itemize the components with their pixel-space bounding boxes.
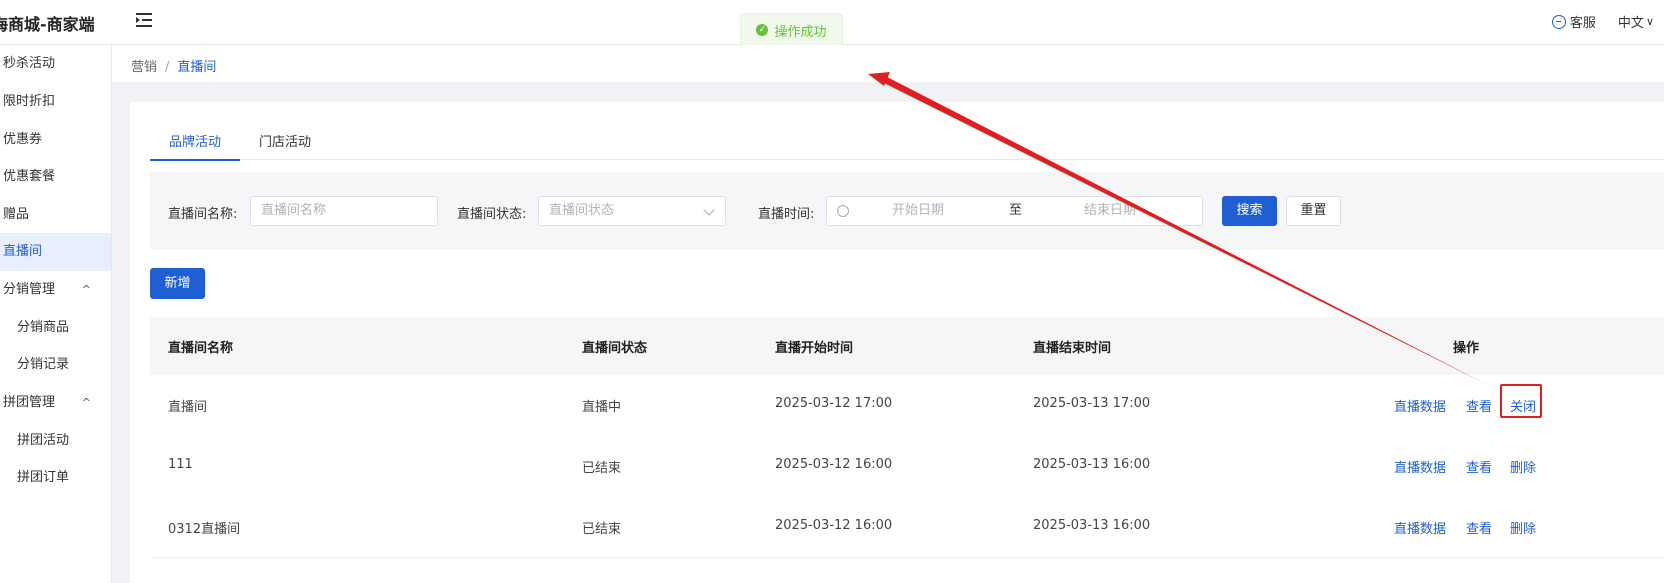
view-link[interactable]: 查看 (1466, 518, 1492, 537)
live-time-label: 直播时间: (758, 207, 815, 222)
cell-start-time: 2025-03-12 16:00 (775, 457, 893, 472)
sidebar: 秒杀活动 限时折扣 优惠券 优惠套餐 赠品 直播间 分销管理 ^ 分销商品 分销… (0, 45, 112, 583)
app-title: 海商城-商家端 (0, 15, 95, 34)
sidebar-item-group-activity[interactable]: 拼团活动 (0, 422, 111, 460)
column-header-end-time: 直播结束时间 (1033, 341, 1112, 356)
live-date-range-picker[interactable]: 开始日期 至 结束日期 (826, 196, 1203, 226)
menu-collapse-icon[interactable] (136, 12, 154, 28)
chat-icon (1551, 14, 1566, 29)
breadcrumb-current: 直播间 (177, 60, 217, 75)
column-header-start-time: 直播开始时间 (775, 341, 854, 356)
live-data-link[interactable]: 直播数据 (1394, 457, 1446, 476)
sidebar-group-label: 分销管理 (3, 282, 56, 297)
column-header-actions: 操作 (1453, 341, 1480, 356)
view-link[interactable]: 查看 (1466, 457, 1492, 476)
table-row: 111 已结束 2025-03-12 16:00 2025-03-13 16:0… (150, 435, 1664, 497)
sidebar-item-limited-discount[interactable]: 限时折扣 (0, 83, 111, 121)
column-header-name: 直播间名称 (168, 341, 234, 356)
sidebar-item-seckill[interactable]: 秒杀活动 (0, 45, 111, 83)
table-row: 0312直播间 已结束 2025-03-12 16:00 2025-03-13 … (150, 496, 1664, 558)
breadcrumb-parent[interactable]: 营销 (131, 60, 157, 75)
delete-link[interactable]: 删除 (1510, 518, 1536, 537)
chevron-up-icon: ^ (81, 396, 91, 409)
sidebar-item-gift[interactable]: 赠品 (0, 196, 111, 234)
cell-start-time: 2025-03-12 17:00 (775, 396, 893, 411)
search-button[interactable]: 搜索 (1222, 196, 1277, 226)
cell-status: 已结束 (582, 461, 622, 476)
cell-name: 111 (168, 457, 193, 472)
clock-icon (837, 205, 849, 217)
tab-brand-activity[interactable]: 品牌活动 (150, 131, 241, 161)
annotation-highlight-box (1500, 384, 1542, 418)
reset-button[interactable]: 重置 (1286, 196, 1341, 226)
tab-bar: 品牌活动 门店活动 (150, 125, 1664, 161)
view-link[interactable]: 查看 (1466, 396, 1492, 415)
live-status-label: 直播间状态: (457, 207, 527, 222)
live-data-link[interactable]: 直播数据 (1394, 396, 1446, 415)
sidebar-item-live-room[interactable]: 直播间 (0, 233, 111, 271)
table-header: 直播间名称 直播间状态 直播开始时间 直播结束时间 操作 (150, 317, 1664, 374)
start-date-placeholder: 开始日期 (892, 203, 945, 218)
chevron-down-icon (703, 204, 715, 216)
breadcrumb: 营销 / 直播间 (131, 56, 216, 75)
cell-name: 0312直播间 (168, 522, 241, 537)
end-date-placeholder: 结束日期 (1084, 203, 1137, 218)
live-name-label: 直播间名称: (168, 207, 238, 222)
chevron-up-icon: ^ (81, 283, 91, 296)
success-toast: ✓ 操作成功 (740, 13, 843, 47)
sidebar-item-bundle[interactable]: 优惠套餐 (0, 158, 111, 196)
customer-service-button[interactable]: 客服 (1551, 12, 1596, 31)
cell-end-time: 2025-03-13 16:00 (1033, 518, 1151, 533)
chevron-down-icon: ∨ (1645, 15, 1654, 28)
check-circle-icon: ✓ (756, 24, 769, 36)
range-separator: 至 (1009, 203, 1023, 218)
sidebar-item-distribution-records[interactable]: 分销记录 (0, 346, 111, 384)
breadcrumb-separator: / (165, 60, 170, 75)
delete-link[interactable]: 删除 (1510, 457, 1536, 476)
live-data-link[interactable]: 直播数据 (1394, 518, 1446, 537)
cell-end-time: 2025-03-13 16:00 (1033, 457, 1151, 472)
table-row: 直播间 直播中 2025-03-12 17:00 2025-03-13 17:0… (150, 374, 1664, 436)
language-switcher[interactable]: 中文 ∨ (1618, 12, 1654, 31)
language-label: 中文 (1617, 16, 1644, 31)
add-button[interactable]: 新增 (150, 268, 205, 299)
header-actions: 客服 中文 ∨ (1551, 12, 1664, 31)
cell-start-time: 2025-03-12 16:00 (775, 518, 893, 533)
live-status-placeholder: 直播间状态 (549, 203, 615, 218)
sidebar-item-coupon[interactable]: 优惠券 (0, 121, 111, 159)
tab-store-activity[interactable]: 门店活动 (259, 131, 311, 159)
cell-status: 已结束 (582, 522, 622, 537)
cell-name: 直播间 (168, 400, 208, 415)
sidebar-item-distribution-goods[interactable]: 分销商品 (0, 309, 111, 347)
sidebar-group-group-buy[interactable]: 拼团管理 ^ (0, 384, 111, 422)
breadcrumb-bar: 营销 / 直播间 (112, 45, 1664, 83)
live-name-input[interactable]: 直播间名称 (250, 196, 438, 226)
sidebar-item-group-orders[interactable]: 拼团订单 (0, 459, 111, 497)
cell-end-time: 2025-03-13 17:00 (1033, 396, 1151, 411)
column-header-status: 直播间状态 (582, 341, 648, 356)
live-status-select[interactable]: 直播间状态 (538, 196, 726, 226)
sidebar-group-distribution[interactable]: 分销管理 ^ (0, 271, 111, 309)
filter-panel: 直播间名称: 直播间名称 直播间状态: 直播间状态 直播时间: 开始日期 至 结… (150, 172, 1664, 250)
cell-status: 直播中 (582, 400, 622, 415)
customer-service-label: 客服 (1569, 16, 1596, 31)
sidebar-group-label: 拼团管理 (3, 395, 56, 410)
toast-message: 操作成功 (774, 24, 827, 40)
